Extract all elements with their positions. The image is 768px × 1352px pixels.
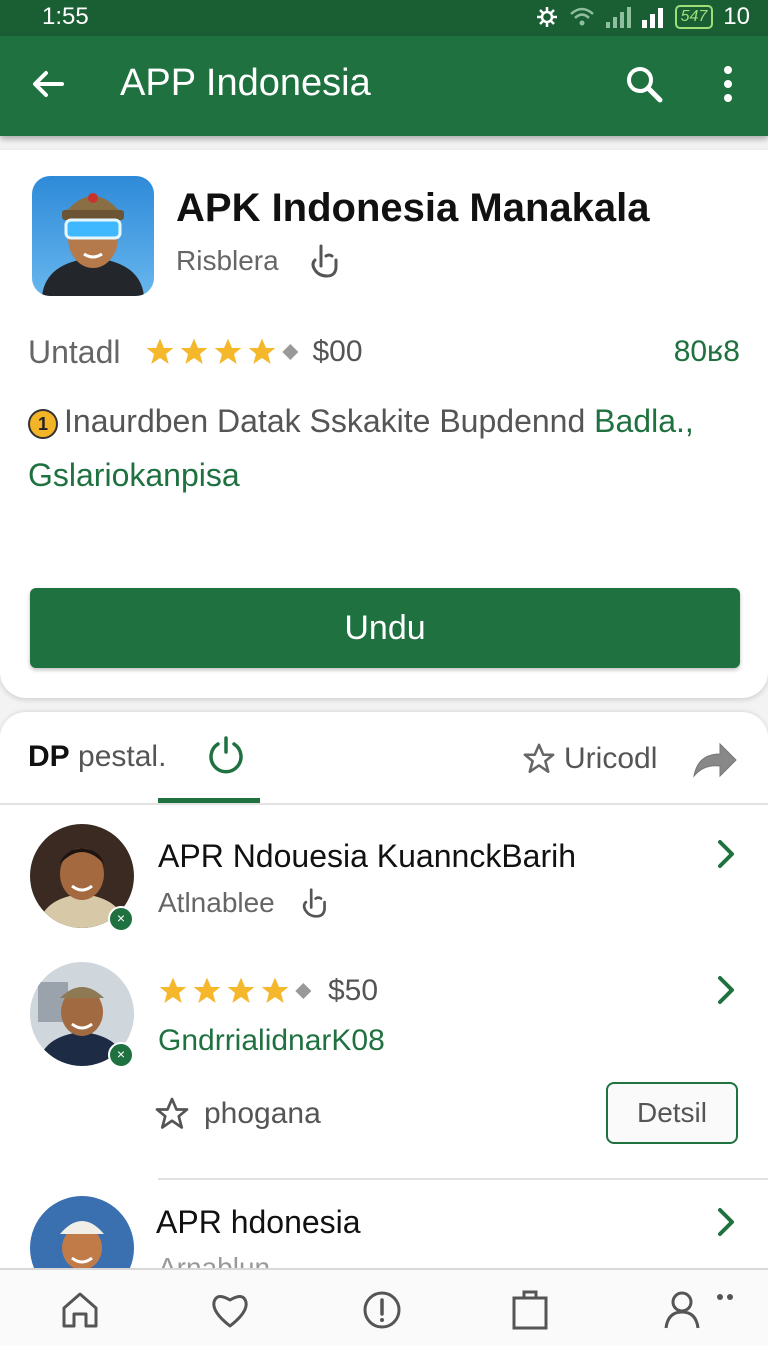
chevron-right-icon[interactable] (712, 972, 740, 1008)
app-detail-card: APK Indonesia Manakala Risblera Untadl $… (0, 150, 768, 698)
developer-row: Risblera (176, 242, 341, 280)
app-name: APK Indonesia Manakala (176, 186, 650, 230)
rating-stars (143, 336, 299, 368)
clipboard-icon[interactable] (508, 1288, 552, 1332)
star-icon (180, 338, 207, 364)
chevron-right-icon[interactable] (712, 1204, 740, 1240)
list-item-subtitle-text: Atlnablee (158, 887, 275, 918)
info-icon[interactable] (360, 1288, 404, 1332)
tab-dp[interactable]: DP pestal. (28, 740, 166, 774)
tab-divider (0, 803, 768, 805)
status-icons: 547 10 (535, 3, 750, 31)
back-arrow-icon[interactable] (28, 64, 68, 104)
bottom-navigation (0, 1268, 768, 1346)
signal-icon-2 (641, 8, 663, 28)
verified-badge-icon: × (108, 906, 134, 932)
tab-bar: DP pestal. Uricodl (0, 712, 768, 805)
touch-icon (302, 888, 326, 918)
star-icon (146, 338, 173, 364)
tab-uricodl-label: Uricodl (564, 742, 658, 775)
description-link-2[interactable]: Gslariokanpisa (28, 457, 240, 493)
heart-icon[interactable] (208, 1288, 252, 1332)
star-icon (261, 977, 289, 1003)
description-text: Inaurdben Datak Sskakite Bupdennd (64, 403, 586, 439)
more-vert-icon[interactable] (710, 62, 746, 106)
chevron-right-icon[interactable] (712, 836, 740, 872)
star-icon (159, 977, 187, 1003)
status-time: 1:55 (42, 3, 89, 30)
tab-dp-bold: DP (28, 740, 70, 773)
battery-level: 10 (723, 3, 750, 30)
star-half-icon (295, 983, 312, 999)
star-icon (214, 338, 241, 364)
app-price: $00 (312, 335, 363, 368)
favorite-label: phogana (204, 1097, 321, 1130)
app-stats-row: Untadl $00 80ʁ8 (28, 330, 740, 374)
settings-icon (536, 7, 557, 27)
list-divider (158, 1178, 768, 1180)
app-description: 1 Inaurdben Datak Sskakite Bupdennd Badla… (28, 394, 740, 502)
detail-button[interactable]: Detsil (606, 1082, 738, 1144)
favorite-row[interactable]: phogana (154, 1096, 321, 1132)
touch-icon (311, 244, 338, 278)
coin-icon: 1 (28, 408, 58, 439)
wifi-icon (569, 7, 594, 26)
star-half-icon (281, 344, 298, 360)
home-icon[interactable] (58, 1288, 102, 1332)
tab-uricodl[interactable]: Uricodl (522, 742, 657, 776)
list-item-price: $50 (328, 974, 379, 1007)
battery-icon: 547 (674, 5, 714, 29)
tab-dp-label: pestal. (78, 740, 167, 773)
person-icon[interactable] (660, 1288, 704, 1332)
power-icon[interactable] (204, 734, 248, 778)
developer-name[interactable]: Risblera (176, 245, 279, 277)
star-icon (248, 338, 275, 364)
list-item-title[interactable]: APR Ndouesia KuannckBarih (158, 838, 576, 875)
download-button[interactable]: Undu (30, 588, 740, 668)
status-bar: 1:55 547 10 (0, 0, 768, 36)
description-link-1[interactable]: Badla., (594, 403, 694, 439)
app-count: 80ʁ8 (673, 335, 740, 368)
star-icon (227, 977, 255, 1003)
more-dots-icon (717, 1294, 733, 1300)
star-outline-icon (155, 1097, 189, 1129)
star-icon (193, 977, 221, 1003)
installed-label: Untadl (28, 333, 121, 370)
app-bar: APP Indonesia (0, 36, 768, 136)
verified-badge-icon: × (108, 1042, 134, 1068)
app-icon[interactable] (32, 176, 154, 296)
share-icon[interactable] (690, 740, 738, 780)
related-apps-card: DP pestal. Uricodl × APR Ndouesia Kuannc… (0, 712, 768, 1352)
list-item-rating: $50 (156, 974, 378, 1008)
search-icon[interactable] (622, 62, 666, 106)
star-outline-icon (523, 743, 555, 774)
list-item-subtitle: Atlnablee (158, 886, 329, 920)
list-item-green-text[interactable]: GndrrialidnarK08 (158, 1024, 385, 1058)
app-bar-title: APP Indonesia (120, 62, 371, 104)
list-item-title[interactable]: APR hdonesia (156, 1204, 361, 1241)
signal-icon (605, 7, 631, 28)
